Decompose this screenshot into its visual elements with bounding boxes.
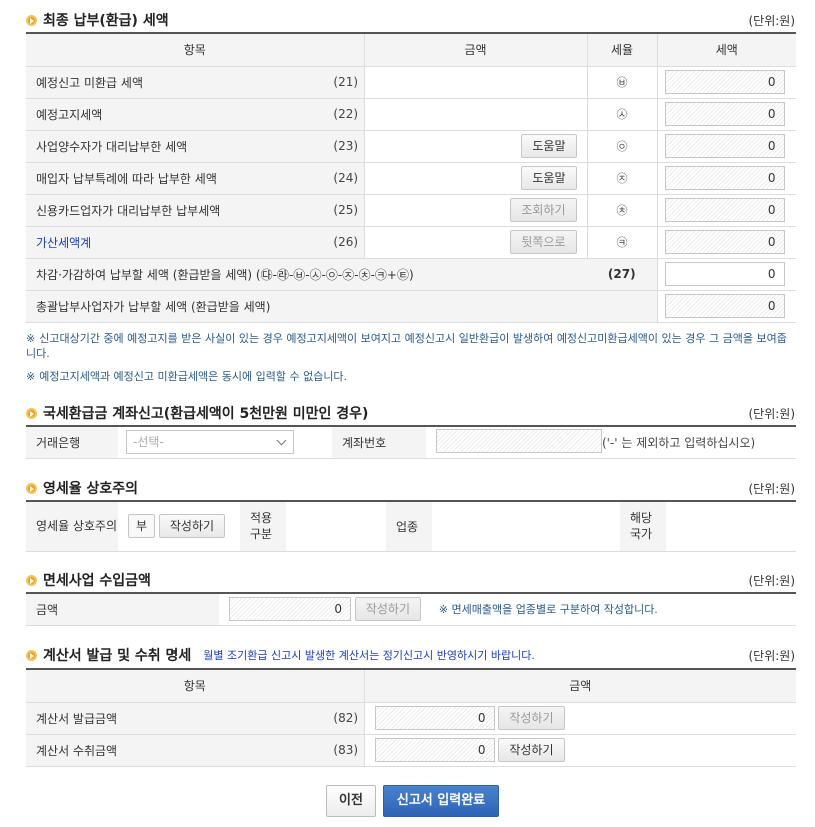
account-label: 계좌번호 [332, 426, 426, 459]
table-row: 예정고지세액 (22) ㉦ 0 [26, 98, 796, 131]
prev-button[interactable]: 이전 [326, 785, 376, 817]
rate-mark: ㉦ [586, 98, 658, 131]
bullet-icon [26, 407, 37, 419]
write-button[interactable]: 작성하기 [498, 738, 565, 762]
row-number: (83) [328, 734, 365, 767]
bullet-icon [26, 482, 37, 494]
header-tax: 세액 [657, 33, 796, 67]
taxfree-amount-input[interactable]: 0 [229, 597, 351, 622]
unit-label: (단위:원) [748, 482, 795, 496]
table-row: 사업양수자가 대리납부한 세액 (23) 도움말 ㉧ 0 [26, 130, 796, 163]
table-row: 매입자 납부특례에 따라 납부한 세액 (24) 도움말 ㉨ 0 [26, 162, 796, 195]
row-label: 사업양수자가 대리납부한 세액 [26, 130, 328, 163]
tax-value-input[interactable]: 0 [664, 198, 785, 222]
row-number: (82) [328, 702, 365, 735]
row-label: 매입자 납부특례에 따라 납부한 세액 [26, 162, 328, 195]
amount-label: 금액 [26, 593, 219, 626]
taxfree-note: ※ 면세매출액을 업종별로 구분하여 작성합니다. [438, 603, 658, 617]
row-label: 차감·가감하여 납부할 세액 (환급받을 세액) (㉰-㉱-㉥-㉦-㉧-㉨-㉩-… [26, 258, 587, 291]
rate-mark: ㉪ [586, 226, 658, 259]
tax-value-input[interactable]: 0 [664, 230, 785, 254]
table-row: 계산서 수취금액 (83) 0 작성하기 [26, 734, 796, 767]
unit-label: (단위:원) [748, 649, 795, 663]
account-number-input[interactable] [436, 428, 602, 453]
industry-label: 업종 [386, 501, 432, 552]
table-row: 신용카드업자가 대리납부한 납부세액 (25) 조회하기 ㉩ 0 [26, 194, 796, 227]
help-button[interactable]: 도움말 [521, 134, 577, 158]
header-item: 항목 [26, 669, 365, 703]
bank-select[interactable]: -선택- [126, 430, 294, 455]
final-tax-table: 항목 금액 세율 세액 예정신고 미환급 세액 (21) ㉥ 0 예정고지세액 … [26, 32, 796, 323]
invoice-issued-input[interactable]: 0 [374, 706, 495, 730]
rate-mark: ㉧ [586, 130, 658, 163]
table-row: 가산세액계 (26) 뒷쪽으로 ㉪ 0 [26, 226, 796, 259]
row-number: (22) [328, 98, 365, 131]
invoice-subnote: 월별 조기환급 신고시 발생한 계산서는 정기신고시 반영하시기 바랍니다. [203, 649, 535, 662]
section-taxfree-title: 면세사업 수입금액 [26, 570, 151, 590]
taxfree-table: 금액 0 작성하기 ※ 면세매출액을 업종별로 구분하여 작성합니다. [26, 592, 796, 626]
bank-label: 거래은행 [26, 426, 118, 459]
row-number: (25) [328, 194, 365, 227]
write-button[interactable]: 작성하기 [498, 706, 565, 730]
row-label: 총괄납부사업자가 납부할 세액 (환급받을 세액) [26, 290, 658, 323]
row-number: (26) [328, 226, 365, 259]
reciprocity-value: 부 [128, 514, 156, 539]
invoice-table: 항목 금액 계산서 발급금액 (82) 0 작성하기 계산서 수취금액 (83)… [26, 668, 796, 767]
tax-value-input[interactable]: 0 [664, 134, 785, 158]
country-label: 해당 국가 [620, 501, 666, 552]
refund-account-table: 거래은행 -선택- 계좌번호 ('-' 는 제외하고 입력하십시오) [26, 425, 796, 459]
row-number: (23) [328, 130, 365, 163]
section-reciprocity-title: 영세율 상호주의 [26, 478, 138, 498]
table-row: 예정신고 미환급 세액 (21) ㉥ 0 [26, 66, 796, 99]
row-label: 예정고지세액 [26, 98, 328, 131]
write-button[interactable]: 작성하기 [158, 514, 226, 539]
tax-value-input[interactable]: 0 [664, 102, 785, 126]
bullet-icon [26, 14, 37, 26]
help-button[interactable]: 도움말 [521, 166, 577, 190]
tax-value-input[interactable]: 0 [664, 70, 785, 94]
row-number: (24) [328, 162, 365, 195]
section-refund-account-title: 국세환급금 계좌신고(환급세액이 5천만원 미만인 경우) [26, 403, 368, 423]
table-row: 차감·가감하여 납부할 세액 (환급받을 세액) (㉰-㉱-㉥-㉦-㉧-㉨-㉩-… [26, 258, 796, 291]
row-label: 예정신고 미환급 세액 [26, 66, 328, 99]
section-invoice-title: 계산서 발급 및 수취 명세 월별 조기환급 신고시 발생한 계산서는 정기신고… [26, 645, 535, 665]
rate-mark: ㉥ [586, 66, 658, 99]
account-hint: ('-' 는 제외하고 입력하십시오) [596, 426, 796, 459]
header-item: 항목 [26, 33, 365, 67]
section-final-tax-title: 최종 납부(환급) 세액 [26, 10, 169, 30]
reciprocity-label: 영세율 상호주의 [26, 501, 118, 552]
table-row: 계산서 발급금액 (82) 0 작성하기 [26, 702, 796, 735]
submit-complete-button[interactable]: 신고서 입력완료 [383, 785, 499, 817]
rate-mark: ㉨ [586, 162, 658, 195]
bullet-icon [26, 649, 37, 661]
bullet-icon [26, 574, 37, 586]
row-label: 계산서 발급금액 [26, 702, 328, 735]
invoice-received-input[interactable]: 0 [374, 738, 495, 762]
row-number: (21) [328, 66, 365, 99]
tax-value-input[interactable]: 0 [664, 166, 785, 190]
header-amount: 금액 [364, 669, 796, 703]
row-label: 계산서 수취금액 [26, 734, 328, 767]
note-text: ※ 신고대상기간 중에 예정고지를 받은 사실이 있는 경우 예정고지세액이 보여… [26, 332, 787, 360]
table-row: 총괄납부사업자가 납부할 세액 (환급받을 세액) 0 [26, 290, 796, 323]
unit-label: (단위:원) [748, 574, 795, 588]
write-button[interactable]: 작성하기 [354, 597, 421, 622]
penalty-tax-link[interactable]: 가산세액계 [26, 226, 328, 259]
chevron-down-icon [276, 435, 287, 446]
unit-label: (단위:원) [748, 14, 795, 28]
lookup-button[interactable]: 조회하기 [510, 198, 577, 222]
back-page-button[interactable]: 뒷쪽으로 [510, 230, 577, 254]
header-rate: 세율 [587, 33, 658, 67]
reciprocity-table: 영세율 상호주의 부 작성하기 적용 구분 업종 해당 국가 [26, 500, 796, 552]
row-label: 신용카드업자가 대리납부한 납부세액 [26, 194, 328, 227]
rate-mark: ㉩ [586, 194, 658, 227]
deduct-tax-input[interactable]: 0 [664, 262, 785, 286]
header-amount: 금액 [364, 33, 588, 67]
unit-label: (단위:원) [748, 407, 795, 421]
note-text: ※ 예정고지세액과 예정신고 미환급세액은 동시에 입력할 수 없습니다. [26, 370, 348, 383]
apply-label: 적용 구분 [240, 501, 286, 552]
total-tax-input[interactable]: 0 [664, 294, 785, 318]
row-number: (27) [587, 258, 658, 291]
